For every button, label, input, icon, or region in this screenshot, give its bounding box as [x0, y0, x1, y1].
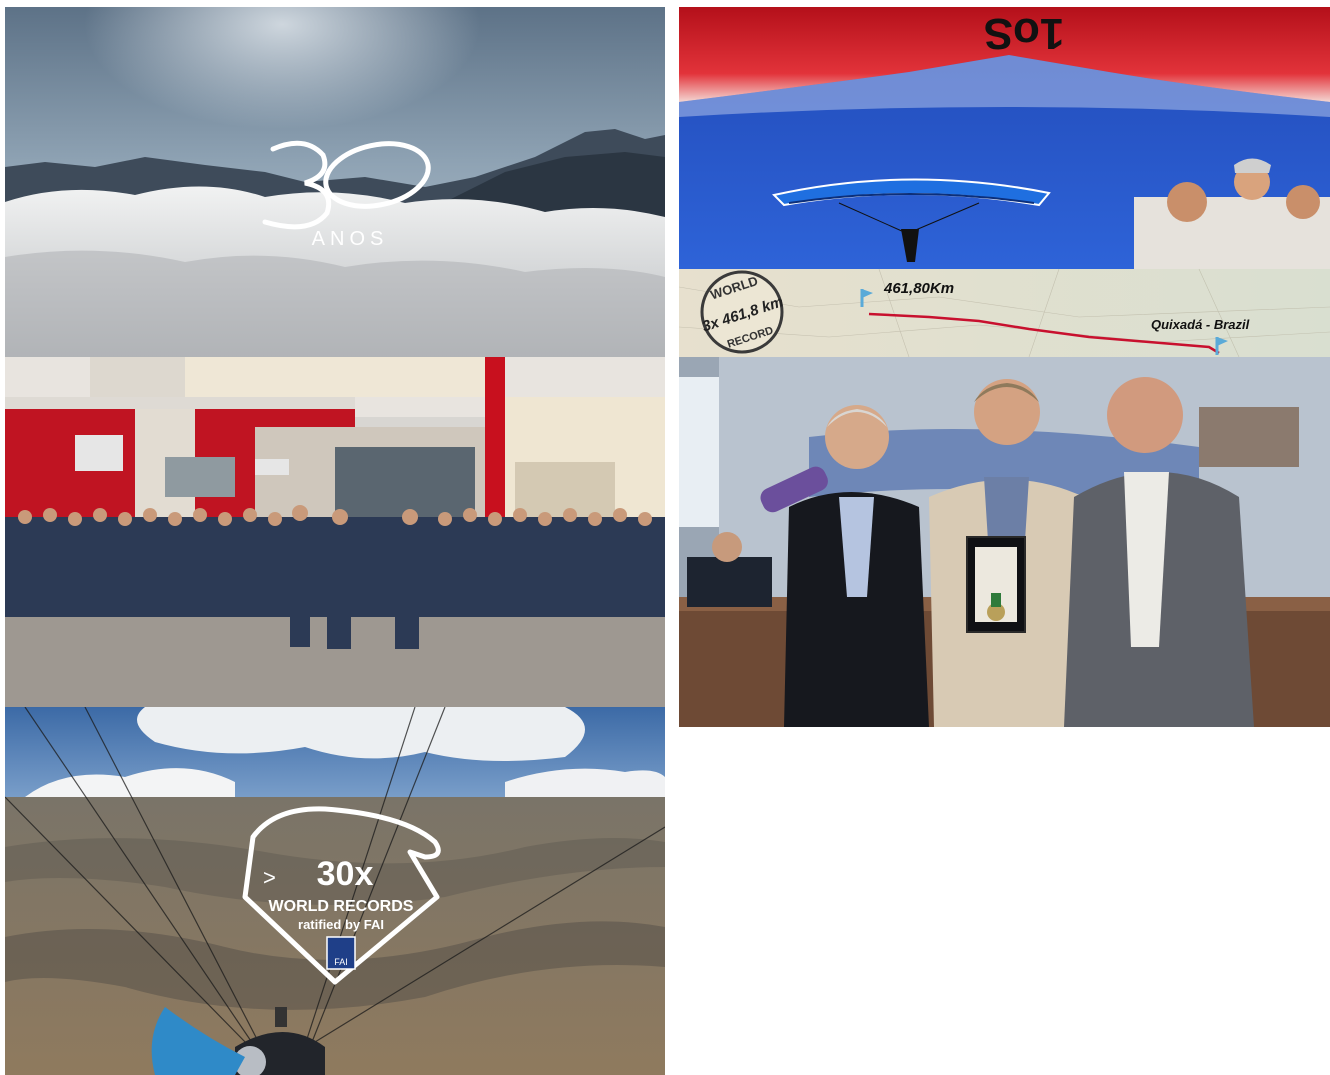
fai-badge-label: FAI	[334, 957, 348, 967]
anniversary-word: ANOS	[312, 228, 389, 250]
records-prefix: >	[263, 865, 276, 890]
record-flight-photo: 1oS WORLD 3x 461,8 km RECORD 461,80Km Qu…	[679, 7, 1330, 357]
wing-brand-large: 1oS	[984, 9, 1065, 58]
records-count: 30x	[317, 855, 374, 893]
anniversary-photo: ANOS	[5, 7, 665, 357]
record-flight-scene: 1oS WORLD 3x 461,8 km RECORD 461,80Km Qu…	[679, 7, 1330, 357]
crowd	[5, 517, 665, 617]
award-scene	[679, 357, 1330, 727]
anniversary-scene: ANOS	[5, 7, 665, 357]
records-subline: ratified by FAI	[298, 917, 384, 932]
world-records-scene: > 30x WORLD RECORDS ratified by FAI FAI	[5, 707, 665, 1075]
team-photo	[5, 357, 665, 707]
world-records-photo: > 30x WORLD RECORDS ratified by FAI FAI	[5, 707, 665, 1075]
records-headline: WORLD RECORDS	[269, 898, 414, 915]
team-scene	[5, 357, 665, 707]
award-ceremony-photo	[679, 357, 1330, 727]
location-label: Quixadá - Brazil	[1151, 317, 1250, 332]
distance-label: 461,80Km	[883, 280, 954, 297]
